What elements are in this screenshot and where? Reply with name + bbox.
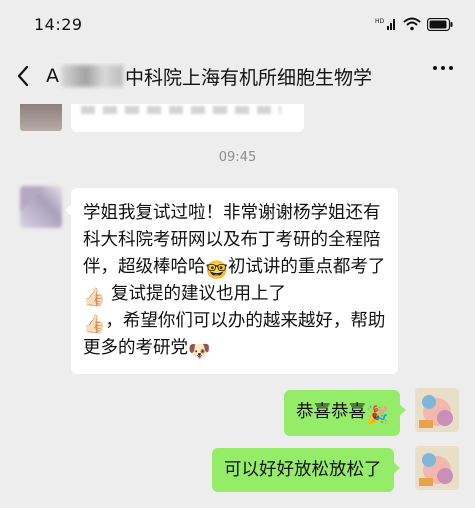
- title-redacted-area: [61, 65, 123, 87]
- chat-header: A 中科院上海有机所细胞生物学: [0, 48, 475, 104]
- back-button[interactable]: [0, 48, 46, 104]
- message-text: 可以好好放松放松了: [224, 460, 382, 480]
- nerd-face-emoji-icon: 🤓: [205, 260, 228, 281]
- avatar[interactable]: [20, 186, 62, 228]
- message-text: ，希望你们可以办的越来越好，帮助更多的考研党: [83, 311, 386, 358]
- signal-icon: HD: [375, 18, 395, 30]
- message-text: 初试讲的重点都考了: [227, 257, 386, 277]
- avatar[interactable]: [415, 388, 459, 432]
- avatar-image: [415, 446, 459, 490]
- chat-title: A 中科院上海有机所细胞生物学: [46, 63, 416, 90]
- network-label: HD: [375, 18, 385, 25]
- battery-icon: [427, 17, 453, 31]
- message-bubble-incoming[interactable]: [71, 104, 304, 132]
- thumbs-up-emoji-icon: 👍🏻: [83, 314, 106, 335]
- doge-emoji-icon: 🐶: [188, 341, 211, 362]
- message-timestamp: 09:45: [218, 150, 257, 165]
- chat-title-prefix: A: [46, 65, 59, 87]
- back-arrow-icon: [17, 65, 29, 87]
- message-text: 恭喜恭喜: [296, 402, 366, 422]
- chat-title-suffix: 中科院上海有机所细胞生物学: [125, 66, 373, 89]
- message-bubble-outgoing[interactable]: 恭喜恭喜🎉: [284, 390, 407, 436]
- message-bubble-incoming[interactable]: 学姐我复试过啦！非常谢谢杨学姐还有科大科院考研网以及布丁考研的全程陪伴，超级棒哈…: [65, 188, 398, 374]
- message-text: 复试提的建议也用上了: [105, 284, 286, 304]
- more-button[interactable]: [433, 66, 453, 70]
- avatar[interactable]: [20, 104, 62, 131]
- avatar-image: [415, 388, 459, 432]
- avatar[interactable]: [415, 446, 459, 490]
- status-bar: 14:29 HD: [0, 0, 475, 48]
- status-icons: HD: [375, 17, 453, 31]
- previous-message: [0, 104, 475, 132]
- message-bubble-outgoing[interactable]: 可以好好放松放松了: [212, 448, 399, 492]
- party-popper-emoji-icon: 🎉: [366, 405, 389, 426]
- status-time: 14:29: [34, 14, 83, 34]
- wifi-icon: [403, 17, 421, 31]
- more-icon: [433, 66, 437, 70]
- thumbs-up-emoji-icon: 👍🏻: [83, 287, 106, 308]
